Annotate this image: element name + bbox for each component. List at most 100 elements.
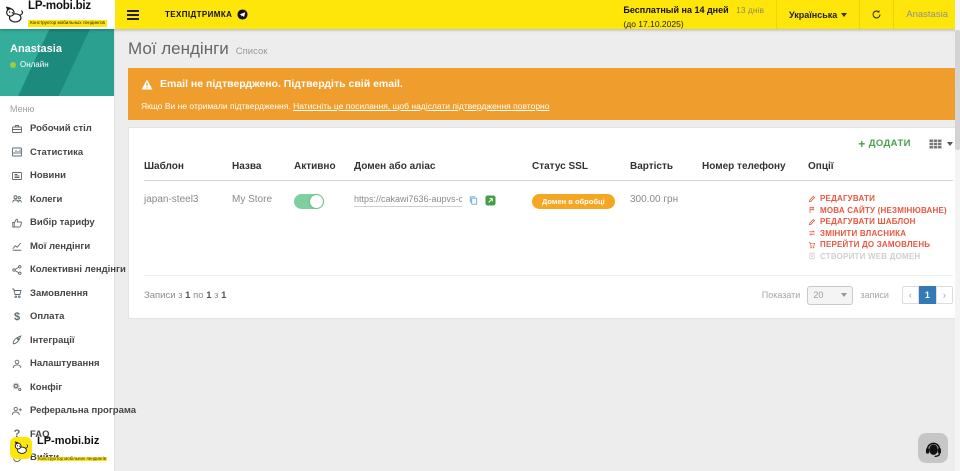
pagination: ‹ 1 › [902, 286, 953, 304]
warning-icon [141, 79, 153, 90]
go-to-orders-option[interactable]: ПЕРЕЙТИ ДО ЗАМОВЛЕНЬ [808, 240, 947, 249]
add-landing-button[interactable]: + ДОДАТИ [858, 138, 911, 149]
records-label: записи [860, 290, 889, 300]
brand-logo[interactable]: LP-mobi.biz Конструктор мобильных лендин… [0, 0, 115, 29]
col-header-name: Назва [232, 153, 294, 181]
sidebar-item-config[interactable]: Конфіг [0, 376, 114, 400]
cell-cost: 300.00 грн [630, 181, 702, 276]
next-page-button[interactable]: › [936, 286, 953, 304]
cell-phone [702, 181, 808, 276]
thumb-up-icon [11, 217, 23, 229]
username-menu[interactable]: Anastasia [893, 0, 960, 29]
banner-body-text: Якщо Ви не отримали підтвердження. [141, 101, 291, 111]
rocket-icon [11, 334, 23, 346]
share-icon [11, 264, 23, 276]
brand-tagline: Конструктор мобильных лендингов [28, 20, 107, 27]
trial-until-date: (до 17.10.2025) [623, 19, 764, 30]
copy-icon[interactable] [468, 195, 479, 206]
ssl-status-badge: Домен в обробці [532, 194, 615, 209]
col-header-cost: Вартість [630, 153, 702, 181]
page-1-button[interactable]: 1 [919, 286, 936, 304]
sidebar-menu: Робочий стіл Статистика Новини Колеги Ви… [0, 117, 114, 470]
support-link[interactable]: ТЕХПІДТРИМКА [151, 0, 262, 29]
support-chat-button[interactable] [918, 433, 948, 463]
scrollbar-thumb[interactable] [955, 30, 960, 150]
page-size-select[interactable]: 20 [807, 286, 853, 305]
newspaper-icon [11, 170, 23, 182]
sidebar-item-my-landings[interactable]: Мої лендінги [0, 235, 114, 259]
prev-page-button[interactable]: ‹ [902, 286, 919, 304]
profile-panel: Anastasia Онлайн [0, 29, 114, 96]
pencil-icon [808, 195, 816, 203]
change-owner-option[interactable]: ЗМІНИТИ ВЛАСНИКА [808, 229, 947, 238]
app-window: LP-mobi.biz Конструктор мобильных лендин… [0, 0, 960, 471]
col-header-options: Опції [808, 153, 953, 181]
sidebar-item-desktop[interactable]: Робочий стіл [0, 117, 114, 141]
domain-link[interactable]: https://cakawi7636-aupvs-com-42 [354, 194, 462, 207]
cell-landing-name: My Store [232, 181, 294, 276]
page-subtitle: Список [236, 46, 268, 57]
landings-table-card: + ДОДАТИ Шаблон Назва Активно Домен або … [128, 127, 960, 319]
resend-confirmation-link[interactable]: Натисніть це посилання, щоб надіслати пі… [293, 101, 549, 111]
profile-status-label: Онлайн [20, 60, 49, 69]
main-content: Мої лендінги Список Email не підтверджен… [115, 29, 960, 471]
dog-mascot-icon [4, 6, 24, 24]
table-header-row: Шаблон Назва Активно Домен або аліас Ста… [144, 153, 953, 181]
email-warning-banner: Email не підтверджено. Підтвердіть свій … [128, 68, 960, 120]
sidebar-item-collective-landings[interactable]: Колективні лендінги [0, 258, 114, 282]
trial-days-left: 13 днів [736, 5, 764, 15]
view-mode-dropdown[interactable] [929, 139, 953, 149]
desktop-icon [11, 123, 23, 135]
sidebar-item-tariff[interactable]: Вибір тарифу [0, 211, 114, 235]
profile-name: Anastasia [10, 43, 104, 55]
topbar: LP-mobi.biz Конструктор мобильных лендин… [0, 0, 960, 29]
dollar-icon: $ [11, 311, 23, 323]
plus-icon: + [858, 139, 865, 149]
site-language-option[interactable]: МОВА САЙТУ (НЕЗМІНЮВАНЕ) [808, 206, 947, 215]
menu-section-label: Меню [0, 96, 114, 117]
language-selector[interactable]: Українська [776, 0, 859, 29]
edit-option[interactable]: РЕДАГУВАТИ [808, 194, 947, 203]
sidebar-item-statistics[interactable]: Статистика [0, 141, 114, 165]
sidebar-item-payment[interactable]: $Оплата [0, 305, 114, 329]
trend-chart-icon [11, 240, 23, 252]
sidebar-item-integrations[interactable]: Інтеграції [0, 329, 114, 353]
grid-view-icon [929, 139, 942, 149]
sidebar-item-settings[interactable]: Налаштування [0, 352, 114, 376]
pencil-icon [808, 218, 816, 226]
trial-status: Бесплатный на 14 дней 13 днів (до 17.10.… [623, 0, 776, 30]
document-icon [808, 252, 816, 260]
col-header-ssl: Статус SSL [532, 153, 630, 181]
row-options: РЕДАГУВАТИ МОВА САЙТУ (НЕЗМІНЮВАНЕ) РЕДА… [808, 181, 953, 276]
online-status-dot [10, 62, 16, 68]
chevron-down-icon [841, 13, 847, 17]
sidebar-item-colleagues[interactable]: Колеги [0, 188, 114, 212]
create-web-domain-option[interactable]: СТВОРИТИ WEB ДОМЕН [808, 252, 947, 261]
menu-toggle-button[interactable] [115, 0, 151, 29]
footer-brand-tagline: Конструктор мобільних лендингів [37, 457, 107, 461]
trial-plan-label: Бесплатный на 14 дней [623, 5, 728, 15]
chevron-down-icon [947, 142, 953, 146]
sidebar-item-news[interactable]: Новини [0, 164, 114, 188]
scrollbar[interactable] [955, 0, 960, 471]
show-label: Показати [762, 290, 801, 300]
sidebar: Anastasia Онлайн Меню Робочий стіл Стати… [0, 29, 115, 471]
edit-template-option[interactable]: РЕДАГУВАТИ ШАБЛОН [808, 217, 947, 226]
users-icon [11, 193, 23, 205]
footer-brand-name: LP-mobi.biz [37, 435, 99, 447]
sidebar-item-orders[interactable]: Замовлення [0, 282, 114, 306]
sidebar-footer-logo[interactable]: LP-mobi.biz Конструктор мобільних лендин… [10, 432, 107, 464]
records-info: Записи з 1 по 1 з 1 [144, 290, 226, 301]
swap-icon [808, 229, 816, 237]
col-header-template: Шаблон [144, 153, 232, 181]
refresh-icon [871, 9, 882, 20]
col-header-phone: Номер телефону [702, 153, 808, 181]
active-toggle[interactable] [294, 194, 324, 209]
col-header-domain: Домен або аліас [354, 153, 532, 181]
refresh-button[interactable] [859, 0, 893, 29]
brand-name: LP-mobi.biz [28, 1, 107, 13]
open-site-icon[interactable] [485, 195, 496, 206]
page-title: Мої лендінги [128, 39, 229, 59]
support-label: ТЕХПІДТРИМКА [165, 10, 232, 19]
sidebar-item-referral[interactable]: Реферальна програма [0, 399, 114, 423]
